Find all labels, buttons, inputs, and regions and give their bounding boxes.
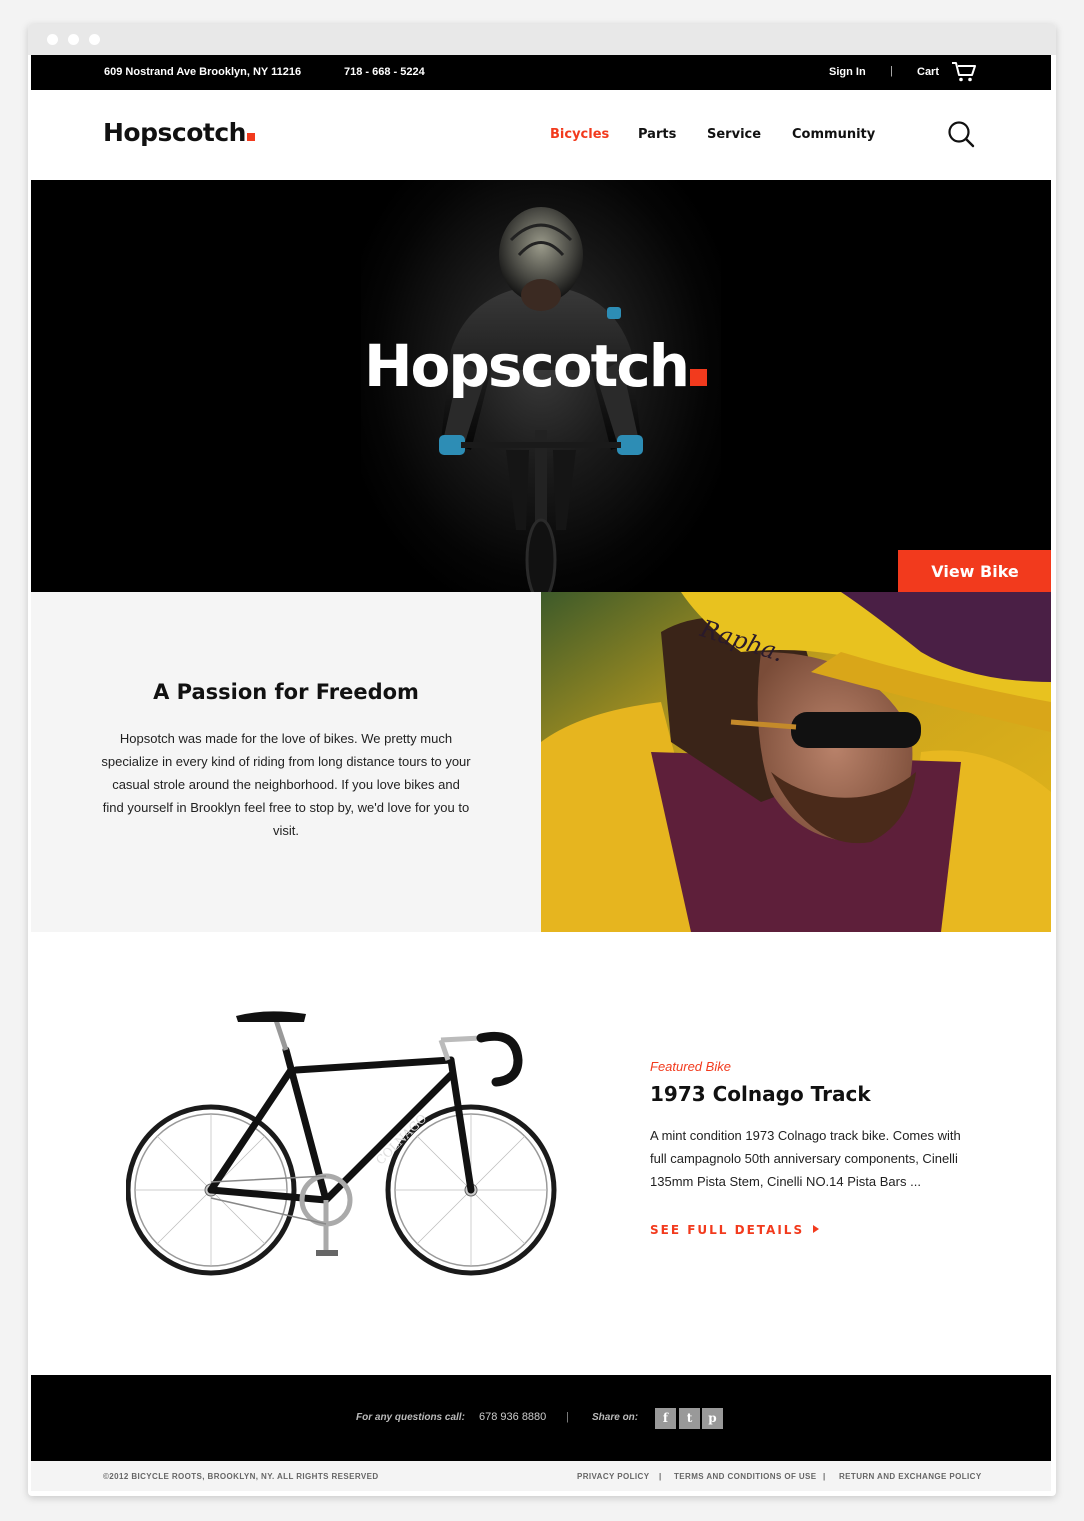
nav-item-community[interactable]: Community	[792, 127, 875, 142]
featured-section: COLNAGO Featured Bike 1973 Colnago Track…	[31, 932, 1051, 1375]
share-label: Share on:	[592, 1412, 639, 1423]
chevron-right-icon	[812, 1223, 820, 1237]
facebook-icon[interactable]: f	[655, 1408, 676, 1429]
window-dot	[68, 34, 79, 45]
cart-icon[interactable]	[951, 61, 977, 86]
featured-title: 1973 Colnago Track	[650, 1082, 871, 1106]
footer: For any questions call: 678 936 8880 | S…	[31, 1375, 1051, 1461]
hero-title: Hopscotch	[364, 332, 724, 400]
logo-text: Hopscotch	[103, 118, 246, 147]
website: 609 Nostrand Ave Brooklyn, NY 11216 718 …	[31, 55, 1051, 1491]
hero-banner: Hopscotch View Bike	[31, 180, 1051, 592]
questions-label: For any questions call:	[356, 1412, 465, 1423]
footer-separator: |	[566, 1411, 569, 1423]
about-heading: A Passion for Freedom	[153, 680, 419, 704]
featured-description: A mint condition 1973 Colnago track bike…	[650, 1128, 961, 1189]
twitter-icon[interactable]: t	[679, 1408, 700, 1429]
cart-link[interactable]: Cart	[917, 66, 939, 78]
hero-title-text: Hopscotch	[364, 332, 690, 400]
nav-item-parts[interactable]: Parts	[638, 127, 676, 142]
privacy-policy-link[interactable]: PRIVACY POLICY	[577, 1472, 649, 1481]
see-full-details-label: SEE FULL DETAILS	[650, 1223, 805, 1237]
about-text-panel: A Passion for Freedom Hopsotch was made …	[31, 592, 541, 932]
about-section: A Passion for Freedom Hopsotch was made …	[31, 592, 1051, 932]
nav-item-bicycles[interactable]: Bicycles	[550, 127, 609, 142]
store-address: 609 Nostrand Ave Brooklyn, NY 11216	[104, 66, 302, 78]
bike-image[interactable]: COLNAGO	[125, 1010, 566, 1295]
browser-window: 609 Nostrand Ave Brooklyn, NY 11216 718 …	[28, 24, 1056, 1496]
subfooter-separator: |	[823, 1472, 826, 1481]
return-policy-link[interactable]: RETURN AND EXCHANGE POLICY	[839, 1472, 982, 1481]
view-bike-button[interactable]: View Bike	[898, 550, 1051, 592]
sign-in-link[interactable]: Sign In	[829, 66, 866, 78]
store-phone: 718 - 668 - 5224	[344, 66, 425, 78]
logo[interactable]: Hopscotch	[103, 118, 255, 147]
pinterest-icon[interactable]: p	[702, 1408, 723, 1429]
footer-phone: 678 936 8880	[479, 1411, 547, 1423]
browser-chrome	[28, 24, 1056, 55]
terms-link[interactable]: TERMS AND CONDITIONS OF USE	[674, 1472, 817, 1481]
see-full-details-link[interactable]: SEE FULL DETAILS	[650, 1223, 820, 1237]
about-body: Hopsotch was made for the love of bikes.…	[101, 731, 471, 838]
topbar-separator: |	[890, 65, 893, 77]
nav-item-service[interactable]: Service	[707, 127, 761, 142]
hero-title-dot	[690, 369, 708, 386]
window-dot	[47, 34, 58, 45]
rider-portrait-image: Rapha.	[541, 592, 1051, 932]
window-dot	[89, 34, 100, 45]
logo-dot	[246, 133, 255, 141]
search-icon[interactable]	[947, 120, 975, 153]
subfooter-separator: |	[659, 1472, 662, 1481]
main-nav: Hopscotch Bicycles Parts Service Communi…	[31, 90, 1051, 180]
copyright: ©2012 BICYCLE ROOTS, BROOKLYN, NY. ALL R…	[103, 1472, 379, 1481]
featured-label: Featured Bike	[650, 1059, 731, 1074]
sub-footer: ©2012 BICYCLE ROOTS, BROOKLYN, NY. ALL R…	[31, 1461, 1051, 1491]
top-bar: 609 Nostrand Ave Brooklyn, NY 11216 718 …	[31, 55, 1051, 90]
